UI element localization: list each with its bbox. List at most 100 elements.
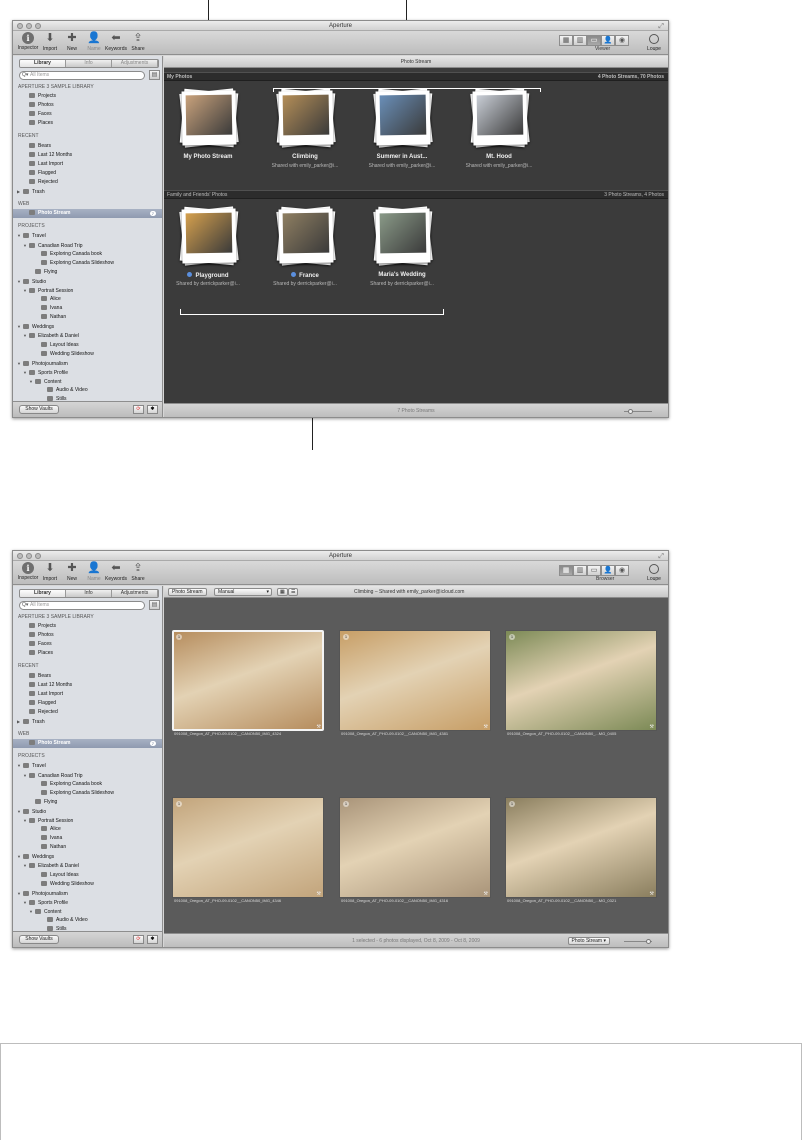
grid-view-icon[interactable]: ▦ <box>277 588 288 596</box>
library-item[interactable]: Nathan <box>13 313 162 322</box>
zoom-slider[interactable] <box>616 408 662 414</box>
library-item[interactable]: ▼ Elizabeth & Daniel <box>13 861 162 870</box>
library-item[interactable]: Faces <box>13 640 162 649</box>
photo-stream-stack[interactable] <box>273 85 336 148</box>
library-item[interactable]: ▼ Weddings <box>13 322 162 331</box>
faces-icon[interactable]: 👤 <box>601 565 615 576</box>
library-item[interactable]: Flagged <box>13 699 162 708</box>
new-button[interactable]: ✚ New <box>61 32 83 52</box>
new-button[interactable]: ✚ New <box>61 562 83 582</box>
library-item[interactable]: ▼ Photojournalism <box>13 359 162 368</box>
library-item[interactable]: ▼ Studio <box>13 277 162 286</box>
photo-thumbnail[interactable]: 1 ⚒ 091008_Oregon_AT_PHO-09-0102__CANON50_… <box>505 797 657 903</box>
tab-adjustments[interactable]: Adjustments <box>112 60 158 67</box>
viewer-icon[interactable]: ▭ <box>587 565 601 576</box>
library-item[interactable]: Projects <box>13 92 162 101</box>
library-item[interactable]: Layout Ideas <box>13 341 162 350</box>
library-item[interactable]: Projects <box>13 622 162 631</box>
browser-grid-icon[interactable]: ▦ <box>559 565 573 576</box>
photo-thumbnail[interactable]: 1 ⚒ 091008_Oregon_AT_PHO-09-0102__CANON50_… <box>172 797 324 903</box>
tab-info[interactable]: Info <box>66 590 112 597</box>
library-item[interactable]: Places <box>13 649 162 658</box>
tab-info[interactable]: Info <box>66 60 112 67</box>
photo-stream-stack[interactable] <box>176 203 239 266</box>
library-item[interactable]: ▼ Photojournalism <box>13 889 162 898</box>
stream-title[interactable]: Climbing <box>255 154 355 160</box>
stream-title[interactable]: Playground <box>158 272 258 279</box>
library-item[interactable]: ▼ Content <box>13 907 162 916</box>
split-view-icon[interactable]: ▥ <box>573 35 587 46</box>
photo-stream-stack[interactable] <box>370 85 433 148</box>
back-to-photo-stream-button[interactable]: Photo Stream <box>168 588 207 596</box>
library-item[interactable]: Exploring Canada book <box>13 250 162 259</box>
inspector-button[interactable]: i Inspector <box>17 32 39 51</box>
keywords-button[interactable]: ⬅ Keywords <box>105 562 127 582</box>
library-item[interactable]: Last 12 Months <box>13 681 162 690</box>
faces-icon[interactable]: 👤 <box>601 35 615 46</box>
zoom-slider[interactable] <box>616 938 662 944</box>
loupe-button[interactable]: Loupe <box>644 34 664 52</box>
show-vaults-button[interactable]: Show Vaults <box>19 405 59 414</box>
browser-grid-icon[interactable]: ▦ <box>559 35 573 46</box>
library-item[interactable]: Photos <box>13 101 162 110</box>
photo-thumbnail[interactable]: 1 ⚒ 091008_Oregon_AT_PHO-09-0102__CANON50_… <box>505 630 657 736</box>
name-button[interactable]: 👤 Name <box>83 32 105 52</box>
library-item[interactable]: Faces <box>13 110 162 119</box>
window-controls[interactable] <box>17 553 41 559</box>
library-item[interactable]: Photo Stream 7 <box>13 209 162 219</box>
stream-title[interactable]: France <box>255 272 355 279</box>
stream-title[interactable]: Mt. Hood <box>449 154 549 160</box>
library-action-menu[interactable]: ▤ <box>149 70 160 80</box>
library-item[interactable]: ▼ Travel <box>13 231 162 240</box>
photo-thumbnail[interactable]: 1 ⚒ 091008_Oregon_AT_PHO-09-0102__CANON50_… <box>339 630 491 736</box>
library-item[interactable]: Layout Ideas <box>13 871 162 880</box>
photo-stream-stack[interactable] <box>467 85 530 148</box>
library-item[interactable]: Photos <box>13 631 162 640</box>
tab-library[interactable]: Library <box>20 60 66 67</box>
inspector-button[interactable]: i Inspector <box>17 562 39 581</box>
library-item[interactable]: Ivana <box>13 834 162 843</box>
share-button[interactable]: ⇪ Share <box>127 562 149 582</box>
window-controls[interactable] <box>17 23 41 29</box>
vault-sync-button[interactable]: ⟳ <box>133 935 144 944</box>
library-item[interactable]: ▼ Elizabeth & Daniel <box>13 331 162 340</box>
library-item[interactable]: Alice <box>13 825 162 834</box>
loupe-button[interactable]: Loupe <box>644 564 664 582</box>
library-item[interactable]: Flagged <box>13 169 162 178</box>
library-item[interactable]: ▼ Portrait Session <box>13 286 162 295</box>
search-field[interactable]: Q▾ All Items <box>19 71 145 80</box>
stream-title[interactable]: My Photo Stream <box>158 154 258 160</box>
library-item[interactable]: Bears <box>13 142 162 151</box>
library-item[interactable]: Last 12 Months <box>13 151 162 160</box>
sort-select[interactable]: Manual ▾ <box>214 588 272 596</box>
library-item[interactable]: Last Import <box>13 160 162 169</box>
photo-stream-stack[interactable] <box>273 203 336 266</box>
tab-adjustments[interactable]: Adjustments <box>112 590 158 597</box>
library-item[interactable]: ▶ Trash <box>13 717 162 726</box>
library-item[interactable]: Rejected <box>13 708 162 717</box>
library-item[interactable]: Exploring Canada Slideshow <box>13 789 162 798</box>
keywords-button[interactable]: ⬅ Keywords <box>105 32 127 52</box>
vault-action-button[interactable]: ✱ <box>147 405 158 414</box>
library-item[interactable]: ▼ Weddings <box>13 852 162 861</box>
library-action-menu[interactable]: ▤ <box>149 600 160 610</box>
library-item[interactable]: Flying <box>13 798 162 807</box>
library-item[interactable]: ▼ Sports Profile <box>13 368 162 377</box>
photo-thumbnail[interactable]: 1 ⚒ 091008_Oregon_AT_PHO-09-0102__CANON50_… <box>172 630 324 736</box>
library-item[interactable]: Rejected <box>13 178 162 187</box>
library-item[interactable]: Audio & Video <box>13 916 162 925</box>
library-item[interactable]: ▼ Canadian Road Trip <box>13 771 162 780</box>
library-item[interactable]: Exploring Canada Slideshow <box>13 259 162 268</box>
library-item[interactable]: Bears <box>13 672 162 681</box>
library-item[interactable]: ▼ Content <box>13 377 162 386</box>
library-item[interactable]: Ivana <box>13 304 162 313</box>
library-item[interactable]: ▼ Travel <box>13 761 162 770</box>
name-button[interactable]: 👤 Name <box>83 562 105 582</box>
share-button[interactable]: ⇪ Share <box>127 32 149 52</box>
viewer-icon[interactable]: ▭ <box>587 35 601 46</box>
tab-library[interactable]: Library <box>20 590 66 597</box>
list-view-icon[interactable]: ☰ <box>288 588 299 596</box>
library-item[interactable]: Audio & Video <box>13 386 162 395</box>
places-icon[interactable]: ◉ <box>615 565 629 576</box>
show-vaults-button[interactable]: Show Vaults <box>19 935 59 944</box>
